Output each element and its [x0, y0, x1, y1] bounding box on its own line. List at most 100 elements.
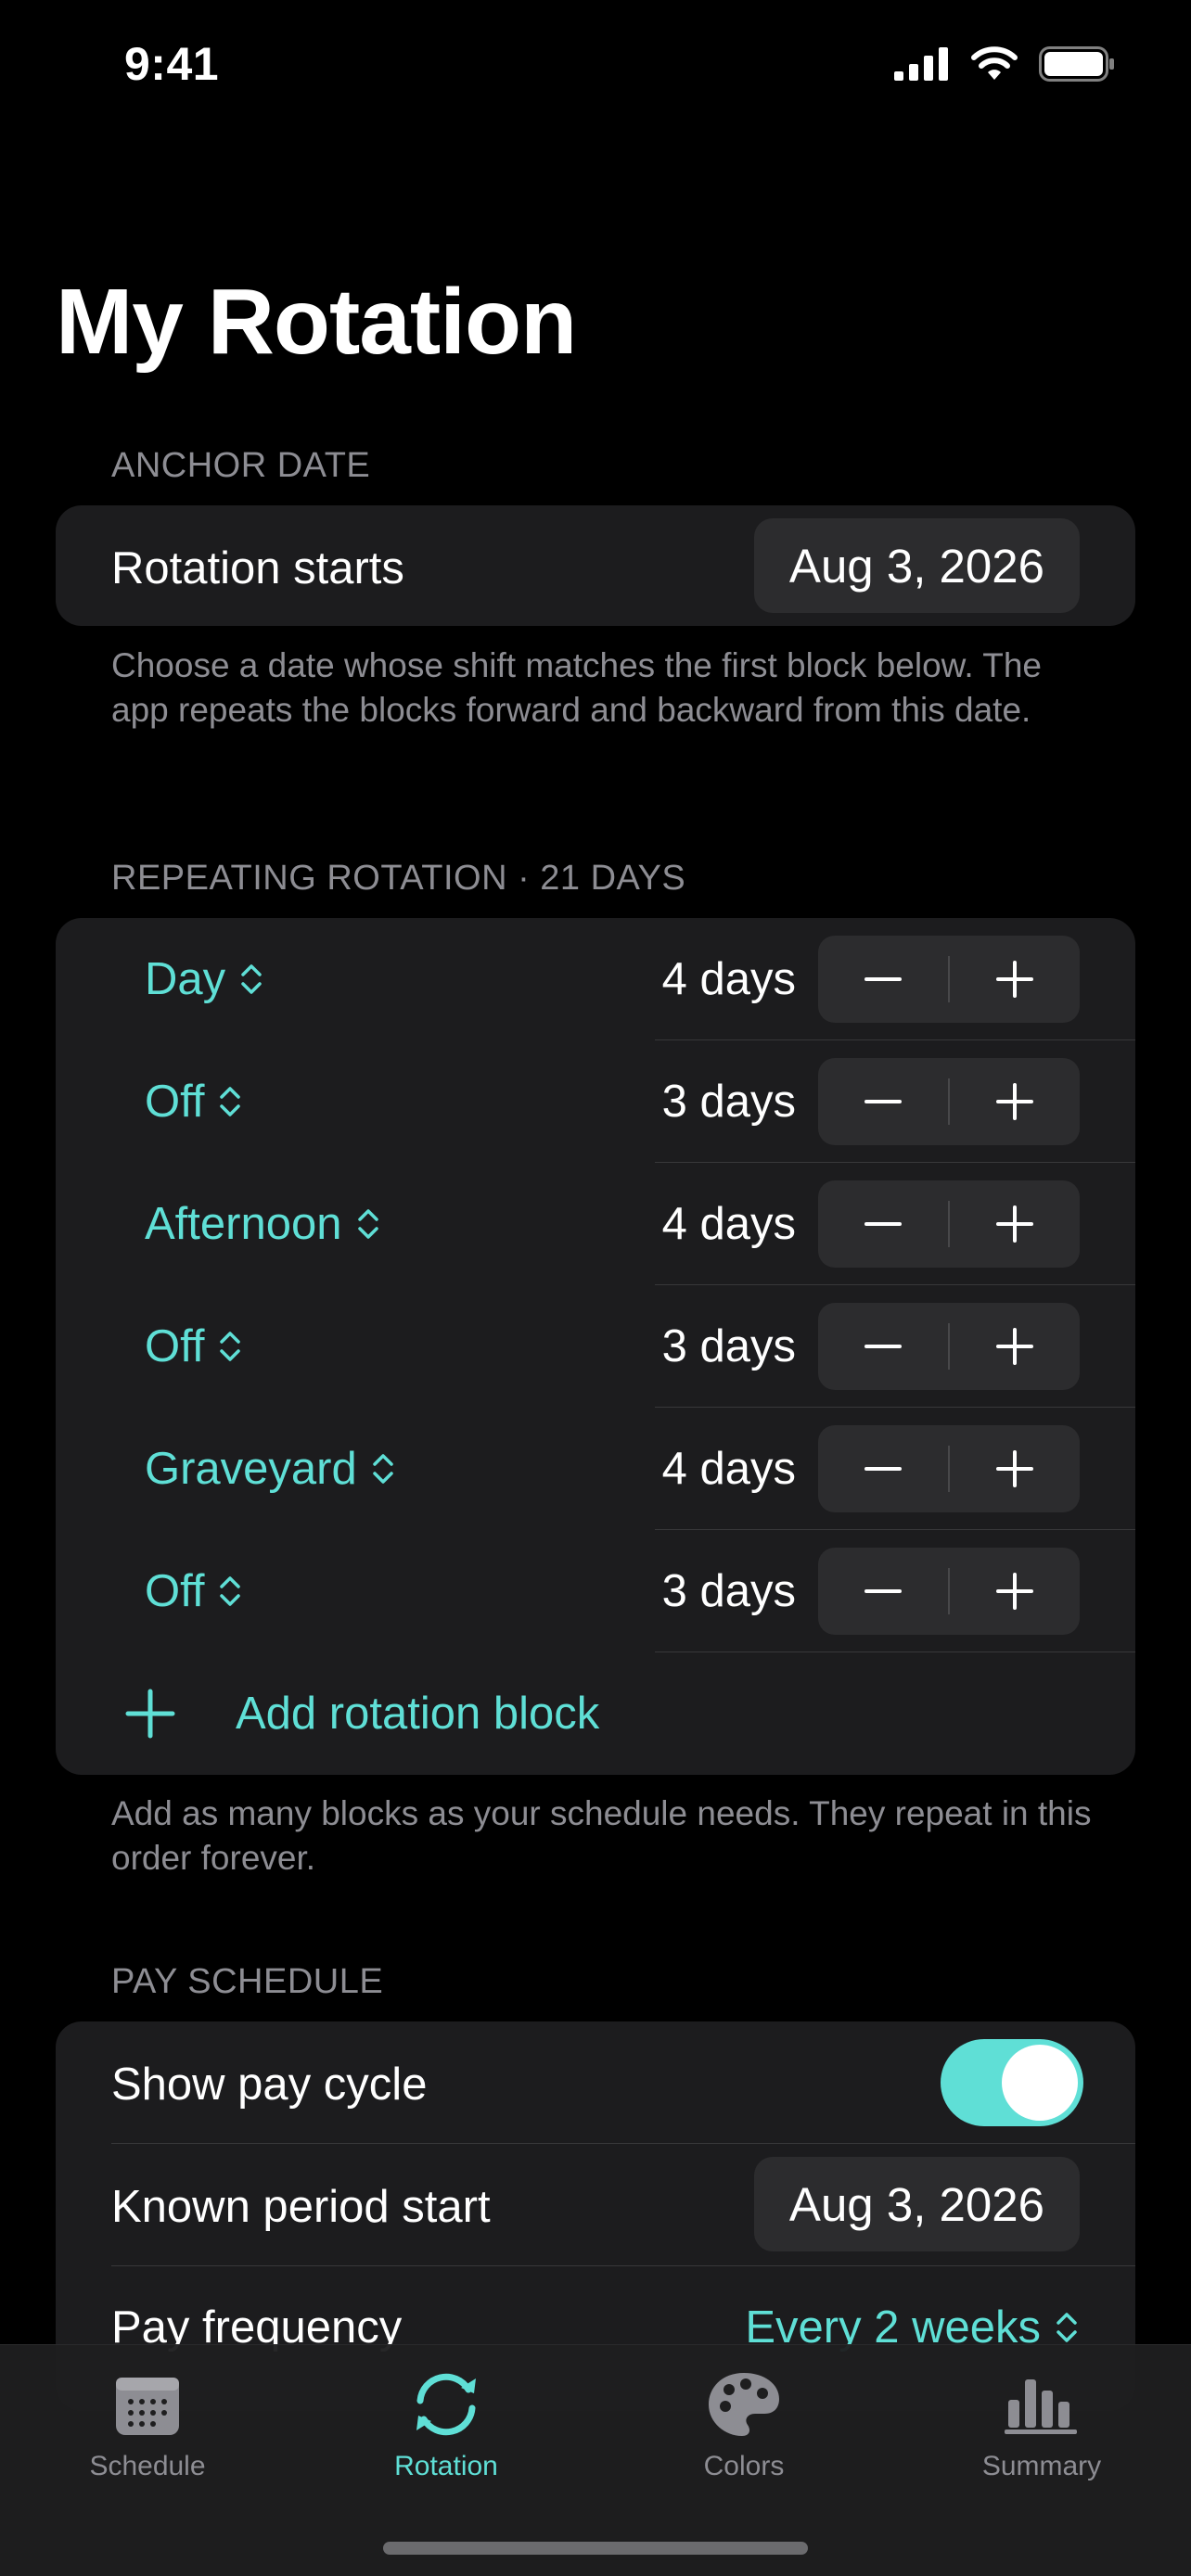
- shift-type-label: Off: [145, 1077, 205, 1127]
- row-divider: [111, 2143, 1135, 2144]
- chart-bars-icon: [1003, 2366, 1081, 2443]
- anchor-section-footer: Choose a date whose shift matches the fi…: [111, 646, 1042, 729]
- shift-type-label: Off: [145, 1566, 205, 1616]
- block-days-count: 4 days: [661, 1199, 796, 1249]
- days-stepper: [818, 1425, 1080, 1512]
- known-period-start-label: Known period start: [111, 2182, 491, 2232]
- minus-icon: [864, 1589, 902, 1593]
- decrement-days-button[interactable]: [818, 1058, 948, 1145]
- page-title: My Rotation: [56, 270, 577, 374]
- tab-colors[interactable]: Colors: [642, 2366, 846, 2482]
- tab-summary[interactable]: Summary: [940, 2366, 1144, 2482]
- chevron-updown-icon: [373, 1454, 393, 1484]
- block-days-count: 4 days: [661, 954, 796, 1004]
- increment-days-button[interactable]: [950, 1548, 1080, 1635]
- known-period-start-date-button[interactable]: Aug 3, 2026: [753, 2157, 1080, 2251]
- anchor-section-header: ANCHOR DATE: [111, 446, 371, 485]
- row-divider: [111, 2265, 1135, 2266]
- chevron-updown-icon: [241, 964, 262, 994]
- minus-icon: [864, 1467, 902, 1471]
- add-rotation-block-label: Add rotation block: [236, 1689, 600, 1739]
- plus-icon: [995, 1573, 1033, 1610]
- show-pay-cycle-toggle[interactable]: [941, 2039, 1083, 2126]
- days-stepper: [818, 1548, 1080, 1635]
- increment-days-button[interactable]: [950, 1180, 1080, 1268]
- decrement-days-button[interactable]: [818, 936, 948, 1023]
- minus-icon: [864, 1100, 902, 1103]
- chevron-updown-icon: [220, 1576, 241, 1606]
- pay-section-header: PAY SCHEDULE: [111, 1962, 384, 2001]
- rotation-block-row: Afternoon 4 days: [56, 1163, 1135, 1285]
- tab-rotation-label: Rotation: [394, 2451, 498, 2481]
- cellular-signal-icon: [894, 47, 948, 81]
- rotation-section-header: REPEATING ROTATION · 21 DAYS: [111, 859, 686, 898]
- minus-icon: [864, 1345, 902, 1348]
- palette-icon: [705, 2366, 783, 2443]
- calendar-icon: [109, 2366, 186, 2443]
- block-days-count: 4 days: [661, 1444, 796, 1494]
- days-stepper: [818, 936, 1080, 1023]
- decrement-days-button[interactable]: [818, 1180, 948, 1268]
- increment-days-button[interactable]: [950, 1058, 1080, 1145]
- rotation-block-row: Off 3 days: [56, 1530, 1135, 1652]
- shift-type-picker[interactable]: Graveyard: [145, 1408, 396, 1530]
- battery-icon: [1039, 46, 1114, 82]
- tab-colors-label: Colors: [703, 2451, 785, 2481]
- shift-type-label: Graveyard: [145, 1444, 357, 1494]
- shift-type-label: Afternoon: [145, 1199, 342, 1249]
- home-indicator: [383, 2542, 808, 2555]
- shift-type-picker[interactable]: Off: [145, 1285, 243, 1408]
- increment-days-button[interactable]: [950, 936, 1080, 1023]
- status-bar: 9:41: [0, 0, 1191, 139]
- wifi-icon: [971, 46, 1018, 80]
- tab-summary-label: Summary: [981, 2451, 1102, 2481]
- tab-schedule[interactable]: Schedule: [45, 2366, 250, 2482]
- anchor-card: Rotation starts Aug 3, 2026: [56, 505, 1135, 626]
- plus-icon: [125, 1689, 175, 1739]
- block-days-count: 3 days: [661, 1077, 796, 1127]
- shift-type-picker[interactable]: Day: [145, 918, 264, 1040]
- toggle-knob: [1002, 2045, 1078, 2121]
- rotation-arrows-icon: [407, 2366, 485, 2443]
- minus-icon: [864, 977, 902, 981]
- days-stepper: [818, 1303, 1080, 1390]
- rotation-block-row: Day 4 days: [56, 918, 1135, 1040]
- plus-icon: [995, 961, 1033, 998]
- add-rotation-block-button[interactable]: Add rotation block: [56, 1652, 1135, 1775]
- status-time: 9:41: [124, 38, 220, 90]
- chevron-updown-icon: [220, 1087, 241, 1116]
- shift-type-picker[interactable]: Off: [145, 1040, 243, 1163]
- plus-icon: [995, 1083, 1033, 1120]
- tab-rotation[interactable]: Rotation: [344, 2366, 548, 2482]
- rotation-card: Day 4 days Off 3 days Afternoon 4 days Off 3 da…: [56, 918, 1135, 1775]
- block-days-count: 3 days: [661, 1321, 796, 1371]
- rotation-section-footer: Add as many blocks as your schedule need…: [111, 1794, 1092, 1877]
- chevron-updown-icon: [357, 1209, 378, 1239]
- days-stepper: [818, 1058, 1080, 1145]
- status-icons: [894, 46, 1115, 82]
- rotation-block-row: Graveyard 4 days: [56, 1408, 1135, 1530]
- plus-icon: [995, 1328, 1033, 1365]
- minus-icon: [864, 1222, 902, 1226]
- show-pay-cycle-label: Show pay cycle: [111, 2060, 428, 2110]
- increment-days-button[interactable]: [950, 1425, 1080, 1512]
- rotation-block-row: Off 3 days: [56, 1040, 1135, 1163]
- rotation-block-row: Off 3 days: [56, 1285, 1135, 1408]
- shift-type-picker[interactable]: Off: [145, 1530, 243, 1652]
- plus-icon: [995, 1450, 1033, 1487]
- decrement-days-button[interactable]: [818, 1303, 948, 1390]
- rotation-start-date-button[interactable]: Aug 3, 2026: [753, 518, 1080, 613]
- block-days-count: 3 days: [661, 1566, 796, 1616]
- chevron-updown-icon: [220, 1332, 241, 1361]
- rotation-starts-label: Rotation starts: [111, 543, 404, 593]
- decrement-days-button[interactable]: [818, 1425, 948, 1512]
- increment-days-button[interactable]: [950, 1303, 1080, 1390]
- shift-type-picker[interactable]: Afternoon: [145, 1163, 381, 1285]
- shift-type-label: Off: [145, 1321, 205, 1371]
- tab-schedule-label: Schedule: [89, 2451, 206, 2481]
- shift-type-label: Day: [145, 954, 226, 1004]
- plus-icon: [995, 1205, 1033, 1243]
- chevron-updown-icon: [1057, 2313, 1077, 2342]
- decrement-days-button[interactable]: [818, 1548, 948, 1635]
- days-stepper: [818, 1180, 1080, 1268]
